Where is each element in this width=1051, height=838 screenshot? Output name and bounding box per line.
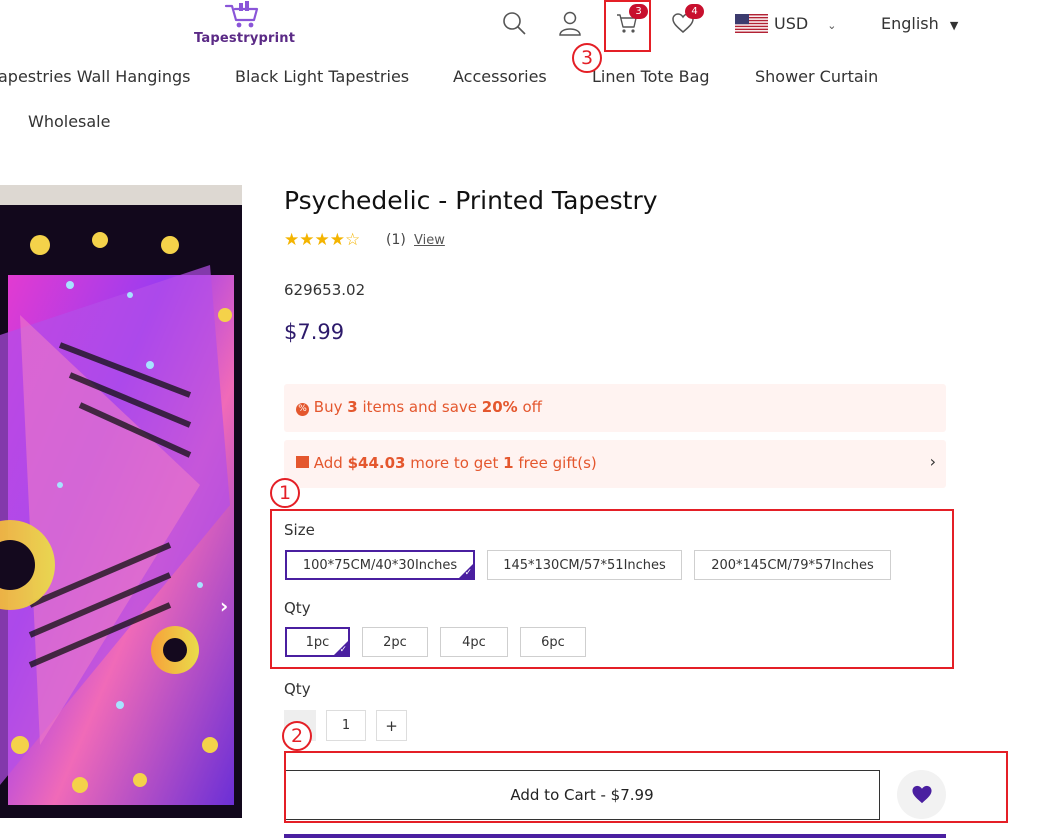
- product-title: Psychedelic - Printed Tapestry: [284, 186, 658, 215]
- currency-label: USD: [774, 14, 809, 33]
- promo1-mid: items and save: [357, 398, 482, 416]
- product-sku: 629653.02: [284, 281, 366, 299]
- buy-now-button-edge[interactable]: [284, 834, 946, 838]
- account-icon[interactable]: [553, 6, 587, 40]
- rating-count: (1): [386, 232, 406, 248]
- promo1-post: off: [517, 398, 542, 416]
- nav-item-tapestries-wall-hangings[interactable]: apestries Wall Hangings: [0, 67, 191, 86]
- nav-item-accessories[interactable]: Accessories: [453, 67, 547, 86]
- rating-view-link[interactable]: View: [414, 233, 445, 248]
- product-image[interactable]: [0, 185, 242, 818]
- us-flag-icon[interactable]: [735, 14, 768, 33]
- search-icon[interactable]: [497, 6, 531, 40]
- nav-item-black-light-tapestries[interactable]: Black Light Tapestries: [235, 67, 409, 86]
- next-image-arrow-icon[interactable]: ›: [220, 594, 228, 618]
- annotation-marker-3: 3: [572, 43, 602, 73]
- logo-text: Tapestryprint: [194, 31, 296, 46]
- promo2-mid: more to get: [405, 454, 504, 472]
- wishlist-button[interactable]: 4: [666, 4, 704, 40]
- annotation-marker-2: 2: [282, 721, 312, 751]
- rating-stars: ★★★★☆: [284, 230, 360, 250]
- star-icon: ★: [329, 230, 345, 250]
- caret-down-icon: ▼: [949, 19, 959, 32]
- annotation-marker-1: 1: [270, 478, 300, 508]
- nav-item-linen-tote-bag[interactable]: Linen Tote Bag: [592, 67, 710, 86]
- product-price: $7.99: [284, 320, 345, 344]
- language-label: English: [881, 14, 939, 33]
- star-icon: ★: [299, 230, 315, 250]
- nav-item-wholesale[interactable]: Wholesale: [28, 112, 110, 131]
- nav-item-shower-curtain[interactable]: Shower Curtain: [755, 67, 878, 86]
- promo1-qty: 3: [347, 398, 358, 416]
- qty-increment-button[interactable]: +: [376, 710, 407, 741]
- promo2-amount: $44.03: [347, 454, 406, 472]
- promo2-post: free gift(s): [513, 454, 597, 472]
- gift-icon: [296, 456, 309, 468]
- star-empty-icon: ☆: [345, 230, 361, 250]
- annotation-box-3: [604, 0, 651, 52]
- chevron-down-icon: ⌄: [827, 19, 837, 32]
- star-icon: ★: [284, 230, 300, 250]
- qty-label: Qty: [284, 680, 311, 698]
- bundle-discount-banner[interactable]: % Buy 3 items and save 20% off: [284, 384, 946, 432]
- currency-selector[interactable]: USD ⌄: [774, 14, 837, 33]
- discount-badge-icon: %: [296, 403, 309, 416]
- promo2-count: 1: [503, 454, 514, 472]
- promo1-pre: Buy: [313, 398, 348, 416]
- star-icon: ★: [314, 230, 330, 250]
- annotation-box-2: [284, 751, 1008, 823]
- wishlist-count-badge: 4: [685, 4, 704, 19]
- language-selector[interactable]: English ▼: [881, 14, 958, 33]
- promo2-pre: Add: [313, 454, 348, 472]
- annotation-box-1: [270, 509, 954, 669]
- chevron-right-icon: ›: [929, 452, 936, 471]
- qty-input[interactable]: 1: [326, 710, 366, 741]
- free-gift-banner[interactable]: Add $44.03 more to get 1 free gift(s) ›: [284, 440, 946, 488]
- promo1-pct: 20%: [481, 398, 518, 416]
